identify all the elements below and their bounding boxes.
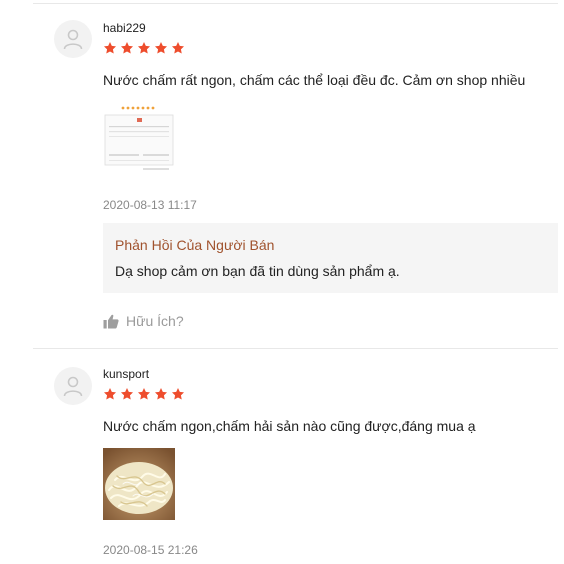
review-rating-stars xyxy=(103,387,185,401)
seller-reply-title: Phản Hồi Của Người Bán xyxy=(115,237,275,253)
star-icon xyxy=(171,42,185,54)
thumbs-up-icon xyxy=(103,314,119,328)
user-avatar[interactable] xyxy=(54,367,92,405)
review-divider xyxy=(33,348,558,349)
star-icon xyxy=(154,42,168,54)
star-icon xyxy=(120,42,134,54)
food-photo-thumbnail-image xyxy=(103,448,175,520)
review-username[interactable]: kunsport xyxy=(103,367,149,381)
helpful-label: Hữu Ích? xyxy=(126,313,184,329)
star-icon xyxy=(103,42,117,54)
helpful-button[interactable]: Hữu Ích? xyxy=(103,313,184,329)
seller-reply-box: Phản Hồi Của Người Bán Dạ shop cảm ơn bạ… xyxy=(103,223,558,293)
review-username[interactable]: habi229 xyxy=(103,21,146,35)
star-icon xyxy=(137,388,151,400)
review-image-thumbnail[interactable] xyxy=(103,102,175,174)
review-comment: Nước chấm ngon,chấm hải sản nào cũng đượ… xyxy=(103,418,476,434)
review-date: 2020-08-13 11:17 xyxy=(103,198,197,212)
user-silhouette-icon xyxy=(63,376,83,397)
user-avatar[interactable] xyxy=(54,20,92,58)
star-icon xyxy=(171,388,185,400)
top-divider xyxy=(33,3,558,4)
star-icon xyxy=(137,42,151,54)
review-comment: Nước chấm rất ngon, chấm các thể loại đề… xyxy=(103,72,526,88)
star-icon xyxy=(103,388,117,400)
review-rating-stars xyxy=(103,41,185,55)
review-image-thumbnail[interactable] xyxy=(103,448,175,520)
screenshot-thumbnail-image xyxy=(103,102,175,174)
star-icon xyxy=(154,388,168,400)
seller-reply-text: Dạ shop cảm ơn bạn đã tin dùng sản phẩm … xyxy=(115,263,400,279)
star-icon xyxy=(120,388,134,400)
user-silhouette-icon xyxy=(63,29,83,50)
review-date: 2020-08-15 21:26 xyxy=(103,543,198,557)
